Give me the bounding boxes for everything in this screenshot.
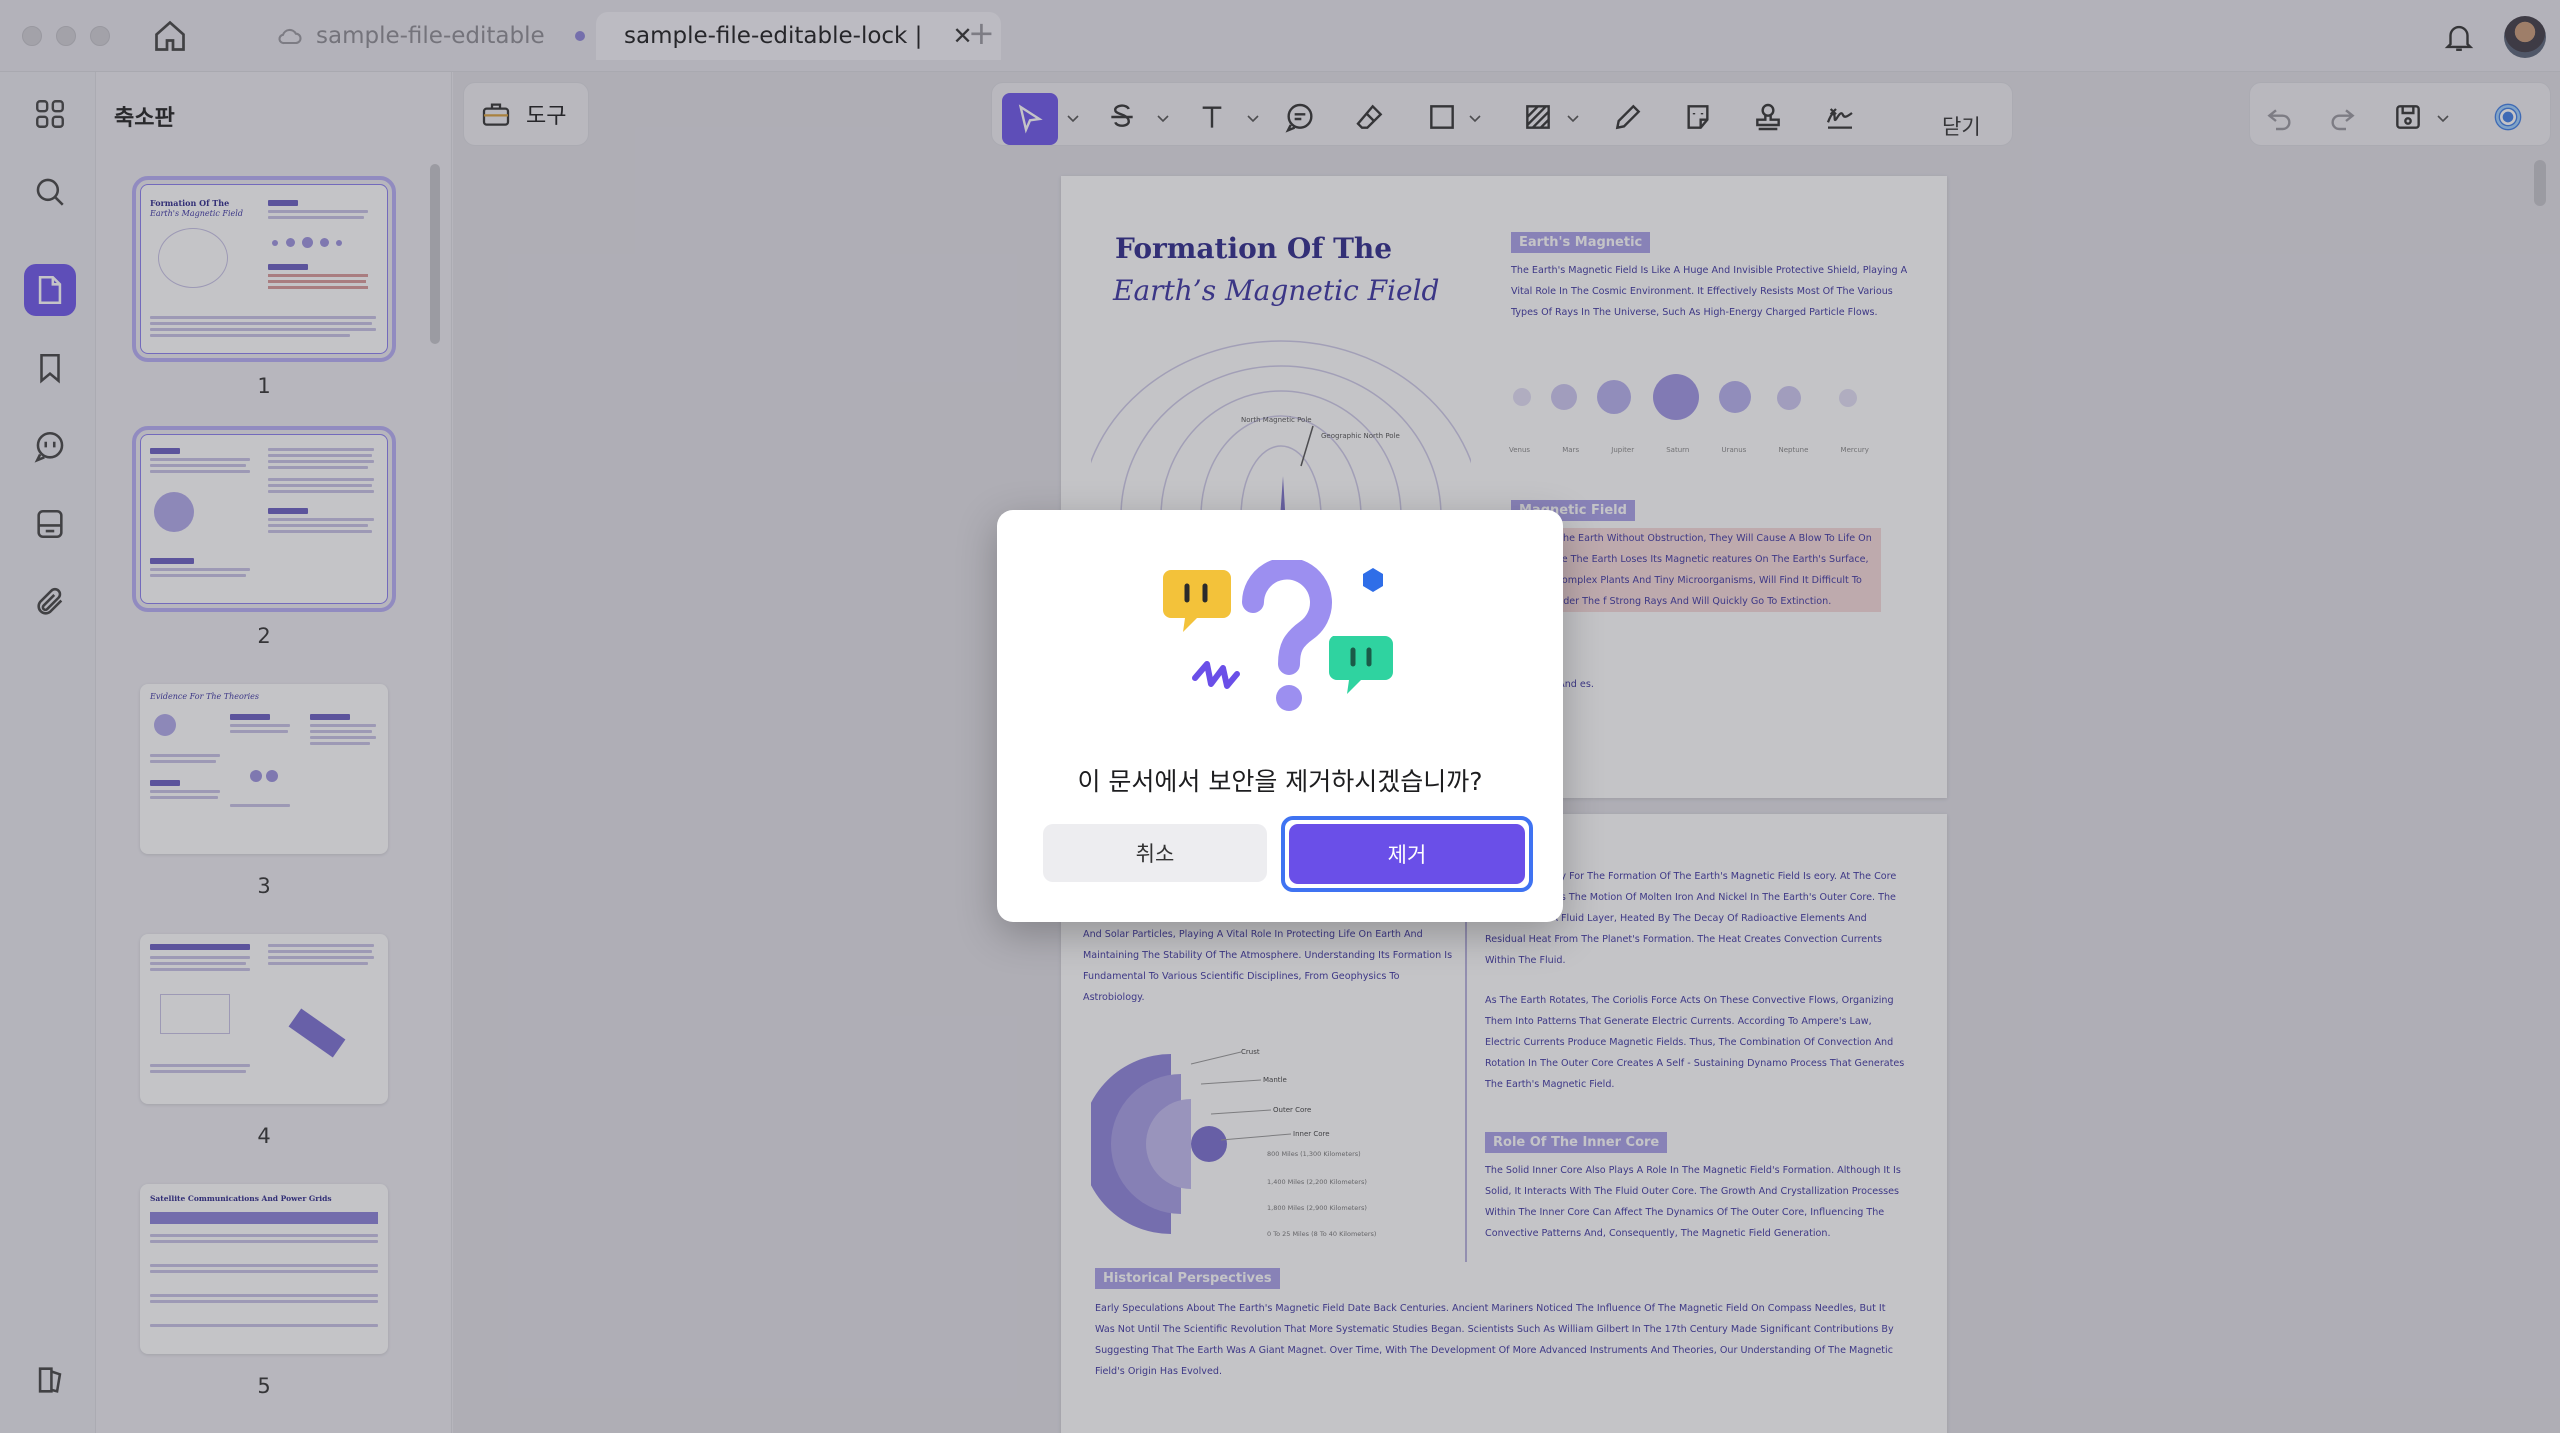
cancel-button[interactable]: 취소 — [1043, 824, 1267, 882]
remove-security-dialog: 이 문서에서 보안을 제거하시겠습니까? 취소 제거 — [997, 510, 1563, 922]
dialog-message: 이 문서에서 보안을 제거하시겠습니까? — [1077, 767, 1483, 796]
question-illustration-icon — [1163, 560, 1393, 711]
remove-button[interactable]: 제거 — [1289, 824, 1525, 884]
